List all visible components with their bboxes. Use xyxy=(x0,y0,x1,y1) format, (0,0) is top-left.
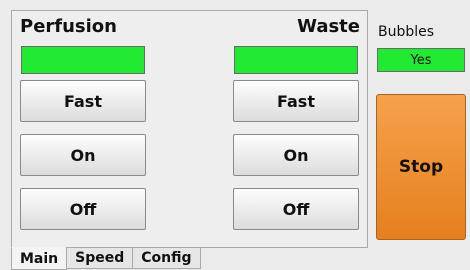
stop-button[interactable]: Stop xyxy=(376,94,466,240)
tab-speed[interactable]: Speed xyxy=(66,247,134,269)
perfusion-title: Perfusion xyxy=(20,16,117,37)
perfusion-status-indicator xyxy=(21,46,145,74)
perfusion-fast-button[interactable]: Fast xyxy=(20,80,146,122)
bubbles-label: Bubbles xyxy=(378,24,435,40)
waste-on-button[interactable]: On xyxy=(233,134,359,176)
tab-main[interactable]: Main xyxy=(11,247,68,270)
waste-off-button[interactable]: Off xyxy=(233,188,359,230)
waste-title: Waste xyxy=(297,16,360,37)
tab-bar: Main Speed Config xyxy=(11,247,201,270)
waste-fast-button[interactable]: Fast xyxy=(233,80,359,122)
waste-status-indicator xyxy=(234,46,358,74)
tab-config[interactable]: Config xyxy=(132,247,201,269)
bubbles-status-indicator: Yes xyxy=(377,48,465,72)
perfusion-off-button[interactable]: Off xyxy=(20,188,146,230)
perfusion-on-button[interactable]: On xyxy=(20,134,146,176)
